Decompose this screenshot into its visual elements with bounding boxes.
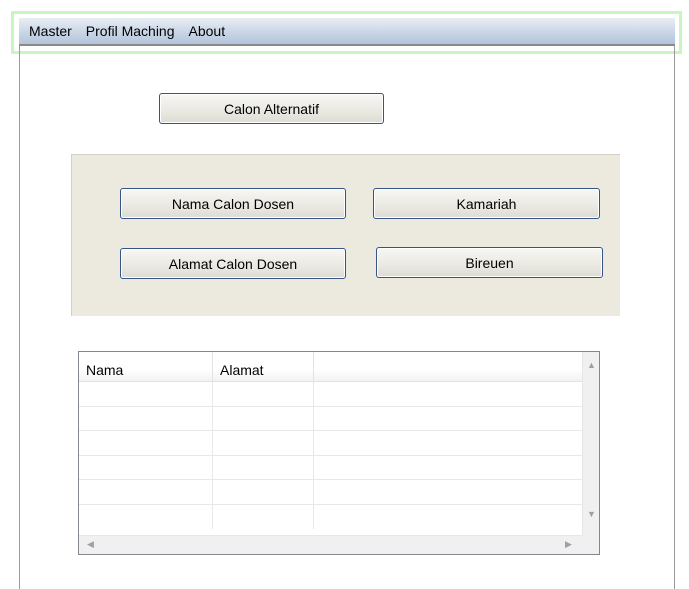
menu-master[interactable]: Master [19, 18, 79, 44]
grid-cell[interactable] [213, 504, 314, 529]
scrollbar-corner [583, 536, 599, 554]
grid-cell[interactable] [79, 431, 213, 455]
grid-cell[interactable] [314, 431, 585, 455]
grid-cell[interactable] [79, 480, 213, 504]
table-row[interactable] [79, 382, 585, 407]
alamat-value-button[interactable]: Bireuen [376, 247, 603, 278]
grid-cell[interactable] [79, 504, 213, 529]
grid-cell[interactable] [79, 382, 213, 406]
scroll-down-arrow-icon[interactable]: ▼ [587, 510, 596, 519]
app-window: Master Profil Maching About Calon Altern… [0, 0, 689, 589]
menubar: Master Profil Maching About [19, 18, 675, 46]
calon-alternatif-button[interactable]: Calon Alternatif [159, 93, 384, 124]
horizontal-scrollbar[interactable]: ◀ ▶ [79, 535, 583, 554]
grid-cell[interactable] [213, 480, 314, 504]
scroll-left-arrow-icon[interactable]: ◀ [87, 540, 94, 549]
alamat-calon-dosen-button[interactable]: Alamat Calon Dosen [120, 248, 346, 279]
grid-cell[interactable] [213, 382, 314, 406]
table-row[interactable] [79, 455, 585, 480]
table-row[interactable] [79, 480, 585, 505]
nama-calon-dosen-button[interactable]: Nama Calon Dosen [120, 188, 346, 219]
grid-header: Nama Alamat [79, 352, 585, 382]
grid-rows [79, 382, 585, 529]
grid-cell[interactable] [314, 505, 585, 530]
window-border-right [674, 46, 675, 589]
grid-cell[interactable] [314, 407, 585, 431]
grid-cell[interactable] [213, 431, 314, 455]
grid-cell[interactable] [314, 382, 585, 406]
grid-cell[interactable] [79, 455, 213, 479]
nama-value-button[interactable]: Kamariah [373, 188, 600, 219]
menu-profil-maching[interactable]: Profil Maching [79, 18, 182, 44]
data-grid[interactable]: Nama Alamat ▲ ▼ ◀ ▶ [78, 351, 600, 555]
menu-about[interactable]: About [182, 18, 233, 44]
scroll-up-arrow-icon[interactable]: ▲ [587, 361, 596, 370]
table-row[interactable] [79, 406, 585, 431]
table-row[interactable] [79, 504, 585, 530]
grid-cell[interactable] [314, 480, 585, 504]
vertical-scrollbar[interactable]: ▲ ▼ [582, 352, 599, 536]
grid-cell[interactable] [314, 456, 585, 480]
column-header-alamat[interactable]: Alamat [213, 352, 314, 382]
grid-cell[interactable] [213, 406, 314, 430]
candidate-info-panel: Nama Calon Dosen Kamariah Alamat Calon D… [71, 154, 620, 316]
scroll-right-arrow-icon[interactable]: ▶ [565, 540, 572, 549]
column-header-empty [314, 352, 585, 382]
window-border-left [19, 46, 20, 589]
table-row[interactable] [79, 431, 585, 456]
grid-cell[interactable] [213, 455, 314, 479]
grid-cell[interactable] [79, 406, 213, 430]
column-header-nama[interactable]: Nama [79, 352, 213, 382]
